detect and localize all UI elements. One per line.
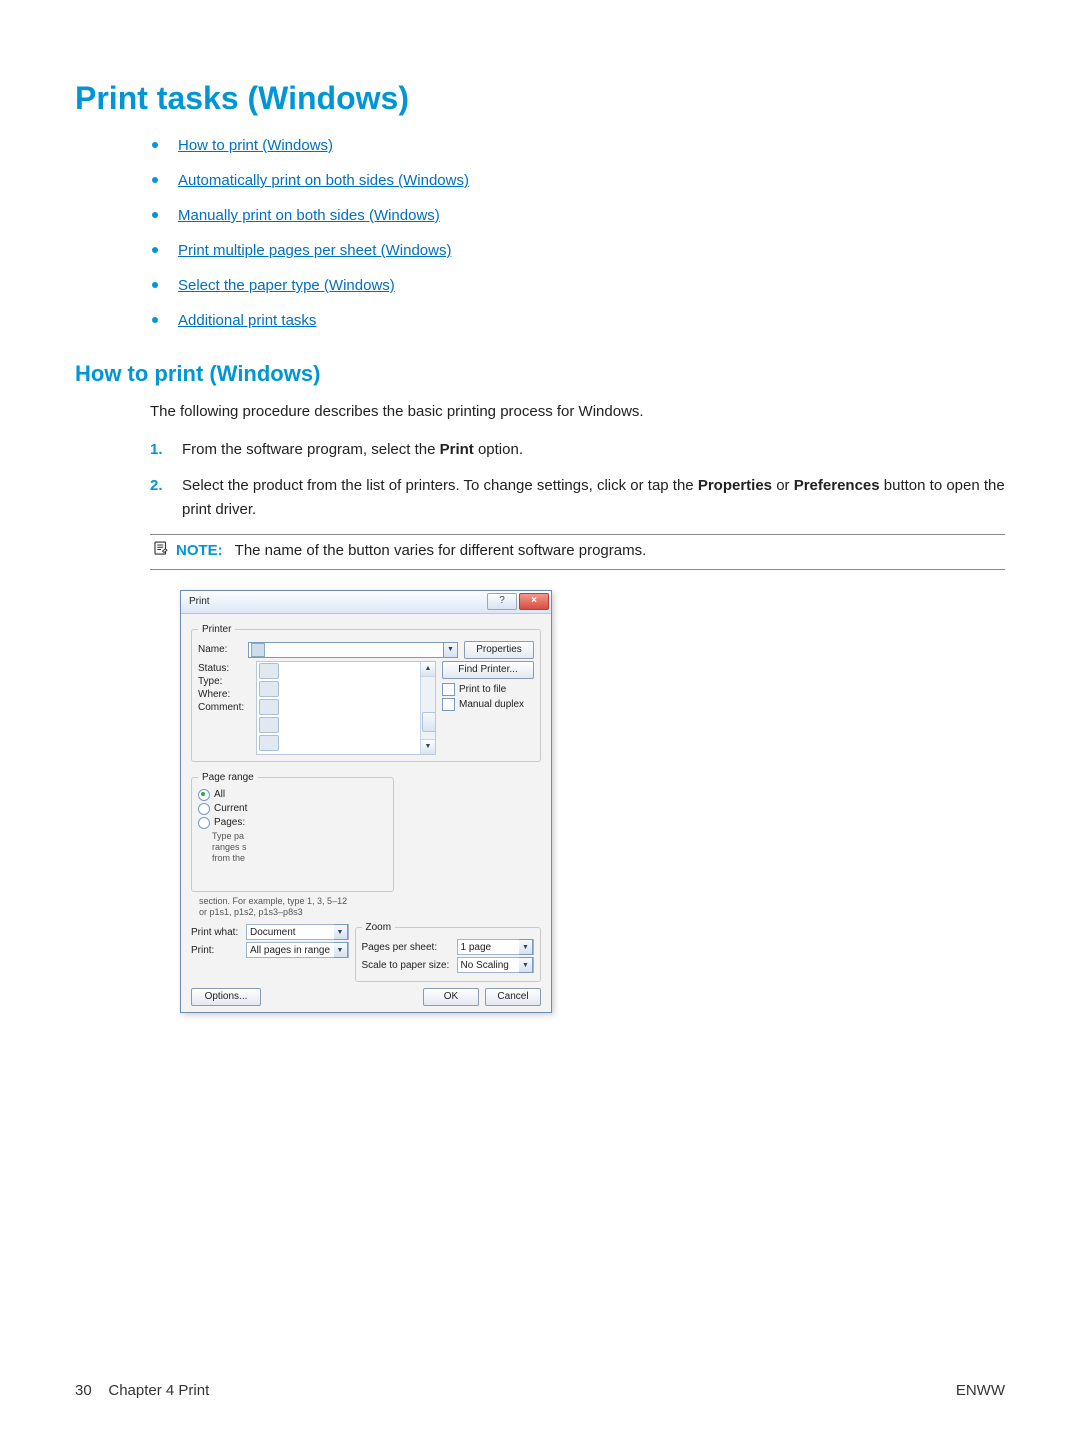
- steps-list: From the software program, select the Pr…: [150, 438, 1005, 522]
- printer-list-scrollbar[interactable]: ▲ ▼: [420, 662, 435, 754]
- chevron-down-icon: ▼: [334, 942, 348, 958]
- printer-list-icon: [259, 699, 279, 715]
- range-hint-5: or p1s1, p1s2, p1s3–p8s3: [199, 907, 394, 918]
- step-2-text-c: or: [772, 477, 794, 494]
- print-select[interactable]: All pages in range ▼: [246, 942, 349, 958]
- type-label: Type:: [198, 676, 248, 687]
- step-1-text-a: From the software program, select the: [182, 441, 440, 458]
- manual-duplex-checkbox[interactable]: [442, 698, 455, 711]
- toc-link-manual-both-sides[interactable]: Manually print on both sides (Windows): [178, 207, 440, 224]
- print-value: All pages in range: [250, 945, 334, 956]
- toc-link-additional-tasks[interactable]: Additional print tasks: [178, 312, 316, 329]
- dialog-titlebar: Print ? ×: [181, 591, 551, 614]
- print-label: Print:: [191, 945, 246, 956]
- printer-list-icon: [259, 681, 279, 697]
- zoom-group-label: Zoom: [362, 922, 396, 933]
- page-footer: 30 Chapter 4 Print ENWW: [75, 1382, 1005, 1399]
- toc-link-how-to-print[interactable]: How to print (Windows): [178, 137, 333, 154]
- step-2-text-a: Select the product from the list of prin…: [182, 477, 698, 494]
- range-current-label: Current: [214, 803, 247, 814]
- step-2: Select the product from the list of prin…: [150, 474, 1005, 522]
- section-title: How to print (Windows): [75, 361, 1005, 387]
- step-1: From the software program, select the Pr…: [150, 438, 1005, 462]
- cancel-button[interactable]: Cancel: [485, 988, 541, 1006]
- page-range-group: Page range All Current Pages: Type pa ra…: [191, 772, 394, 892]
- options-button[interactable]: Options...: [191, 988, 261, 1006]
- printer-list[interactable]: ▲ ▼: [256, 661, 436, 755]
- range-all-label: All: [214, 789, 225, 800]
- printer-group-label: Printer: [198, 624, 235, 635]
- page-title: Print tasks (Windows): [75, 80, 1005, 117]
- note-text: The name of the button varies for differ…: [235, 539, 647, 563]
- help-button[interactable]: ?: [487, 593, 517, 610]
- toc-link-multiple-per-sheet[interactable]: Print multiple pages per sheet (Windows): [178, 242, 451, 259]
- chevron-down-icon: ▼: [519, 939, 533, 955]
- toc-list: How to print (Windows) Automatically pri…: [150, 135, 1005, 331]
- footer-lang: ENWW: [956, 1382, 1005, 1399]
- page-number: 30: [75, 1382, 92, 1399]
- range-hint-4: section. For example, type 1, 3, 5–12: [199, 896, 394, 907]
- printer-group: Printer Name: ▼ Properties Status:: [191, 624, 541, 762]
- range-current-radio[interactable]: [198, 803, 210, 815]
- print-to-file-checkbox[interactable]: [442, 683, 455, 696]
- find-printer-button[interactable]: Find Printer...: [442, 661, 534, 679]
- note-label: NOTE:: [176, 539, 223, 563]
- printer-icon: [251, 643, 265, 657]
- section-intro: The following procedure describes the ba…: [150, 401, 1005, 424]
- range-all-radio[interactable]: [198, 789, 210, 801]
- page-range-label: Page range: [198, 772, 258, 783]
- pages-per-sheet-label: Pages per sheet:: [362, 942, 457, 953]
- dialog-title: Print: [189, 596, 210, 607]
- print-to-file-label: Print to file: [459, 684, 506, 695]
- close-button[interactable]: ×: [519, 593, 549, 610]
- where-label: Where:: [198, 689, 248, 700]
- step-2-bold-2: Preferences: [794, 477, 880, 494]
- ok-button[interactable]: OK: [423, 988, 479, 1006]
- chevron-down-icon: ▼: [519, 957, 533, 973]
- printer-name-select[interactable]: [248, 642, 444, 658]
- status-label: Status:: [198, 663, 248, 674]
- printer-list-icon: [259, 663, 279, 679]
- properties-button[interactable]: Properties: [464, 641, 534, 659]
- chapter-label: Chapter 4 Print: [108, 1382, 209, 1399]
- range-pages-label: Pages:: [214, 817, 245, 828]
- scroll-down-icon[interactable]: ▼: [421, 739, 435, 754]
- print-what-value: Document: [250, 927, 334, 938]
- manual-duplex-label: Manual duplex: [459, 699, 524, 710]
- step-1-bold: Print: [440, 441, 474, 458]
- toc-link-select-paper-type[interactable]: Select the paper type (Windows): [178, 277, 395, 294]
- note-icon: [150, 539, 172, 565]
- print-what-select[interactable]: Document ▼: [246, 924, 349, 940]
- range-hint-2: ranges s: [212, 842, 387, 853]
- pages-per-sheet-value: 1 page: [461, 942, 520, 953]
- printer-name-dropdown-btn[interactable]: ▼: [444, 642, 458, 658]
- scale-to-paper-label: Scale to paper size:: [362, 960, 457, 971]
- printer-list-icon: [259, 735, 279, 751]
- step-1-text-c: option.: [474, 441, 523, 458]
- pages-per-sheet-select[interactable]: 1 page ▼: [457, 939, 535, 955]
- print-what-label: Print what:: [191, 927, 246, 938]
- print-dialog: Print ? × Printer Name: ▼ Properties: [180, 590, 552, 1014]
- scroll-up-icon[interactable]: ▲: [421, 662, 435, 677]
- printer-list-icon: [259, 717, 279, 733]
- range-pages-radio[interactable]: [198, 817, 210, 829]
- step-2-bold-1: Properties: [698, 477, 772, 494]
- toc-link-auto-both-sides[interactable]: Automatically print on both sides (Windo…: [178, 172, 469, 189]
- chevron-down-icon: ▼: [334, 924, 348, 940]
- scale-to-paper-select[interactable]: No Scaling ▼: [457, 957, 535, 973]
- range-hint-1: Type pa: [212, 831, 387, 842]
- comment-label: Comment:: [198, 702, 248, 713]
- scale-to-paper-value: No Scaling: [461, 960, 520, 971]
- note-block: NOTE: The name of the button varies for …: [150, 534, 1005, 570]
- zoom-group: Zoom Pages per sheet: 1 page ▼ Scale to …: [355, 922, 542, 982]
- range-hint-3: from the: [212, 853, 387, 864]
- name-label: Name:: [198, 644, 248, 655]
- scroll-thumb[interactable]: [422, 712, 436, 732]
